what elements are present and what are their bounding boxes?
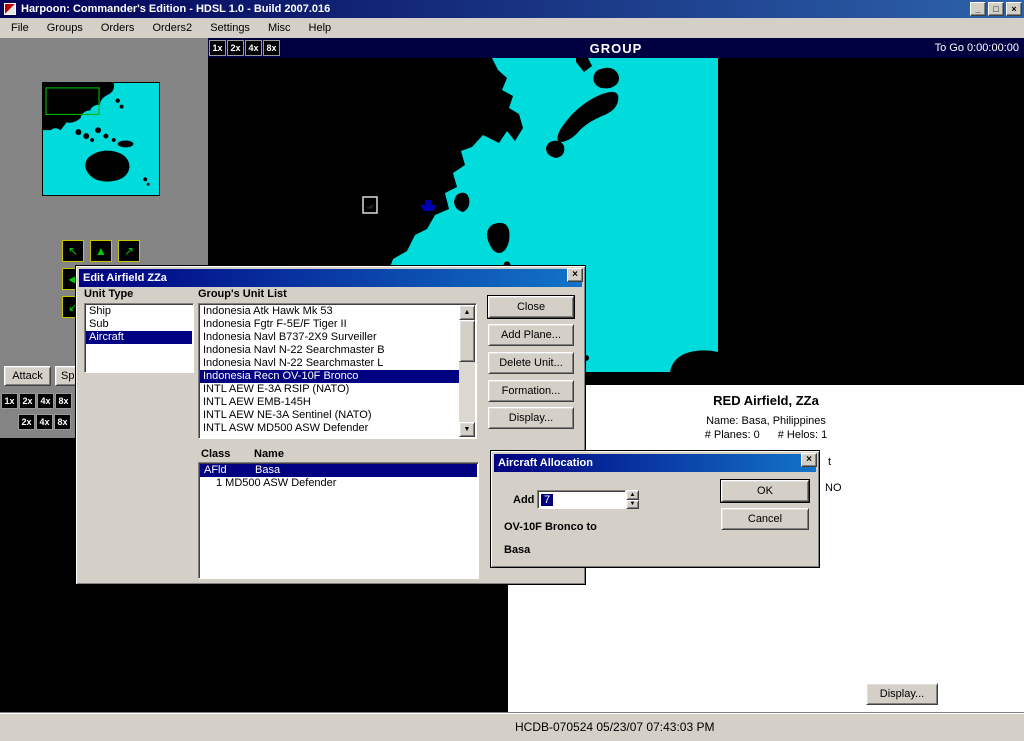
group-members-listbox[interactable]: AFld Basa 1 MD500 ASW Defender	[198, 462, 479, 579]
add-label: Add	[513, 494, 534, 506]
allocation-target-line1: OV-10F Bronco to	[504, 521, 597, 533]
pan-up-icon[interactable]: ▲	[90, 240, 112, 262]
list-item-selected[interactable]: Aircraft	[86, 331, 192, 344]
group-bar: 1x 2x 4x 8x GROUP To Go 0:00:00:00	[208, 38, 1024, 58]
minimize-icon[interactable]: _	[970, 2, 986, 16]
window-titlebar: Harpoon: Commander's Edition - HDSL 1.0 …	[0, 0, 1024, 18]
menu-item-settings[interactable]: Settings	[201, 20, 259, 36]
unit-list-item[interactable]: INTL AEW EMB-145H	[200, 396, 459, 409]
unit-list-item[interactable]: Indonesia Fgtr F-5E/F Tiger II	[200, 318, 459, 331]
unit-list-item-selected[interactable]: Indonesia Recn OV-10F Bronco	[200, 370, 459, 383]
unit-list-item[interactable]: Indonesia Navl B737-2X9 Surveiller	[200, 331, 459, 344]
scroll-down-icon[interactable]: ▼	[459, 422, 475, 437]
count-spinner: ▲ ▼	[626, 490, 639, 509]
unit-list-item[interactable]: Indonesia Atk Hawk Mk 53	[200, 305, 459, 318]
restore-icon[interactable]: □	[988, 2, 1004, 16]
unit-list-item[interactable]: INTL AEW NE-3A Sentinel (NATO)	[200, 409, 459, 422]
attack-button[interactable]: Attack	[4, 366, 51, 386]
spinner-up-icon[interactable]: ▲	[626, 490, 639, 500]
time-to-go: To Go 0:00:00:00	[935, 38, 1019, 58]
close-button[interactable]: Close	[488, 296, 574, 318]
truncated-text-fragment: t	[828, 456, 831, 468]
close-icon[interactable]: ×	[801, 453, 817, 467]
close-icon[interactable]: ×	[567, 268, 583, 282]
group-member-row[interactable]: 1 MD500 ASW Defender	[200, 477, 477, 490]
unit-list-item[interactable]: INTL ASW MD500 ASW Defender	[200, 422, 459, 435]
menu-item-misc[interactable]: Misc	[259, 20, 300, 36]
formation-button[interactable]: Formation...	[488, 380, 574, 402]
display-button[interactable]: Display...	[488, 407, 574, 429]
list-item[interactable]: Ship	[86, 305, 192, 318]
zoom-2x-button[interactable]: 2x	[19, 393, 36, 409]
group-member-row-selected[interactable]: AFld Basa	[200, 464, 477, 477]
unit-list-item[interactable]: Indonesia Navl N-22 Searchmaster L	[200, 357, 459, 370]
menu-item-orders[interactable]: Orders	[92, 20, 144, 36]
spinner-down-icon[interactable]: ▼	[626, 500, 639, 510]
status-bar: HCDB-070524 05/23/07 07:43:03 PM	[0, 712, 1024, 741]
group-unit-listbox[interactable]: Indonesia Atk Hawk Mk 53 Indonesia Fgtr …	[198, 303, 477, 439]
add-plane-button[interactable]: Add Plane...	[488, 324, 574, 346]
zoom-4x-button[interactable]: 4x	[36, 414, 53, 430]
status-text: HCDB-070524 05/23/07 07:43:03 PM	[515, 720, 714, 734]
unit-list-item[interactable]: Indonesia Navl N-22 Searchmaster B	[200, 344, 459, 357]
planes-count: # Planes: 0	[705, 429, 760, 441]
dialog-titlebar[interactable]: Edit Airfield ZZa	[79, 269, 582, 287]
class-column-label: Class	[201, 448, 230, 460]
vertical-scrollbar[interactable]: ▲ ▼	[459, 305, 475, 437]
helos-count: # Helos: 1	[778, 429, 828, 441]
zoom-row-1: 1x 2x 4x 8x	[1, 393, 72, 409]
zoom-4x-button[interactable]: 4x	[37, 393, 54, 409]
member-class: AFld	[203, 464, 255, 477]
list-item[interactable]: Sub	[86, 318, 192, 331]
dialog-title: Aircraft Allocation	[498, 457, 593, 469]
zoom-1x-button[interactable]: 1x	[1, 393, 18, 409]
add-count-input[interactable]: 7	[537, 490, 626, 509]
unit-type-label: Unit Type	[84, 288, 133, 300]
unit-list-label: Group's Unit List	[198, 288, 287, 300]
world-minimap[interactable]	[42, 82, 160, 196]
display-button[interactable]: Display...	[866, 683, 938, 705]
application-window: Harpoon: Commander's Edition - HDSL 1.0 …	[0, 0, 1024, 741]
world-minimap-graphic	[43, 83, 159, 195]
menu-item-file[interactable]: File	[2, 20, 38, 36]
menu-item-groups[interactable]: Groups	[38, 20, 92, 36]
scroll-up-icon[interactable]: ▲	[459, 305, 475, 320]
pan-up-right-icon[interactable]: ↗	[118, 240, 140, 262]
window-controls: _ □ ×	[970, 2, 1022, 16]
app-icon	[4, 3, 16, 15]
menu-bar: File Groups Orders Orders2 Settings Misc…	[0, 18, 1024, 38]
delete-unit-button[interactable]: Delete Unit...	[488, 352, 574, 374]
zoom-8x-button[interactable]: 8x	[54, 414, 71, 430]
zoom-row-2: 2x 4x 8x	[18, 414, 71, 430]
scrollbar-thumb[interactable]	[459, 320, 475, 362]
truncated-text-fragment: NO	[825, 482, 842, 494]
dialog-titlebar[interactable]: Aircraft Allocation	[494, 454, 816, 472]
zoom-2x-button[interactable]: 2x	[18, 414, 35, 430]
dialog-title: Edit Airfield ZZa	[83, 272, 167, 284]
unit-type-listbox[interactable]: Ship Sub Aircraft	[84, 303, 194, 373]
name-column-label: Name	[254, 448, 284, 460]
pan-up-left-icon[interactable]: ↖	[62, 240, 84, 262]
add-count-value: 7	[541, 494, 553, 506]
group-bar-title: GROUP	[208, 38, 1024, 58]
aircraft-allocation-dialog: Aircraft Allocation × Add 7 ▲ ▼ OK Cance…	[490, 450, 820, 568]
ok-button[interactable]: OK	[721, 480, 809, 502]
allocation-target-line2: Basa	[504, 544, 530, 556]
zoom-8x-button[interactable]: 8x	[55, 393, 72, 409]
member-name: Basa	[255, 464, 280, 477]
unit-list-item[interactable]: INTL AEW E-3A RSIP (NATO)	[200, 383, 459, 396]
minimap-landmass	[43, 83, 150, 186]
menu-item-orders2[interactable]: Orders2	[143, 20, 201, 36]
close-icon[interactable]: ×	[1006, 2, 1022, 16]
cancel-button[interactable]: Cancel	[721, 508, 809, 530]
menu-item-help[interactable]: Help	[300, 20, 341, 36]
window-title: Harpoon: Commander's Edition - HDSL 1.0 …	[21, 3, 330, 15]
